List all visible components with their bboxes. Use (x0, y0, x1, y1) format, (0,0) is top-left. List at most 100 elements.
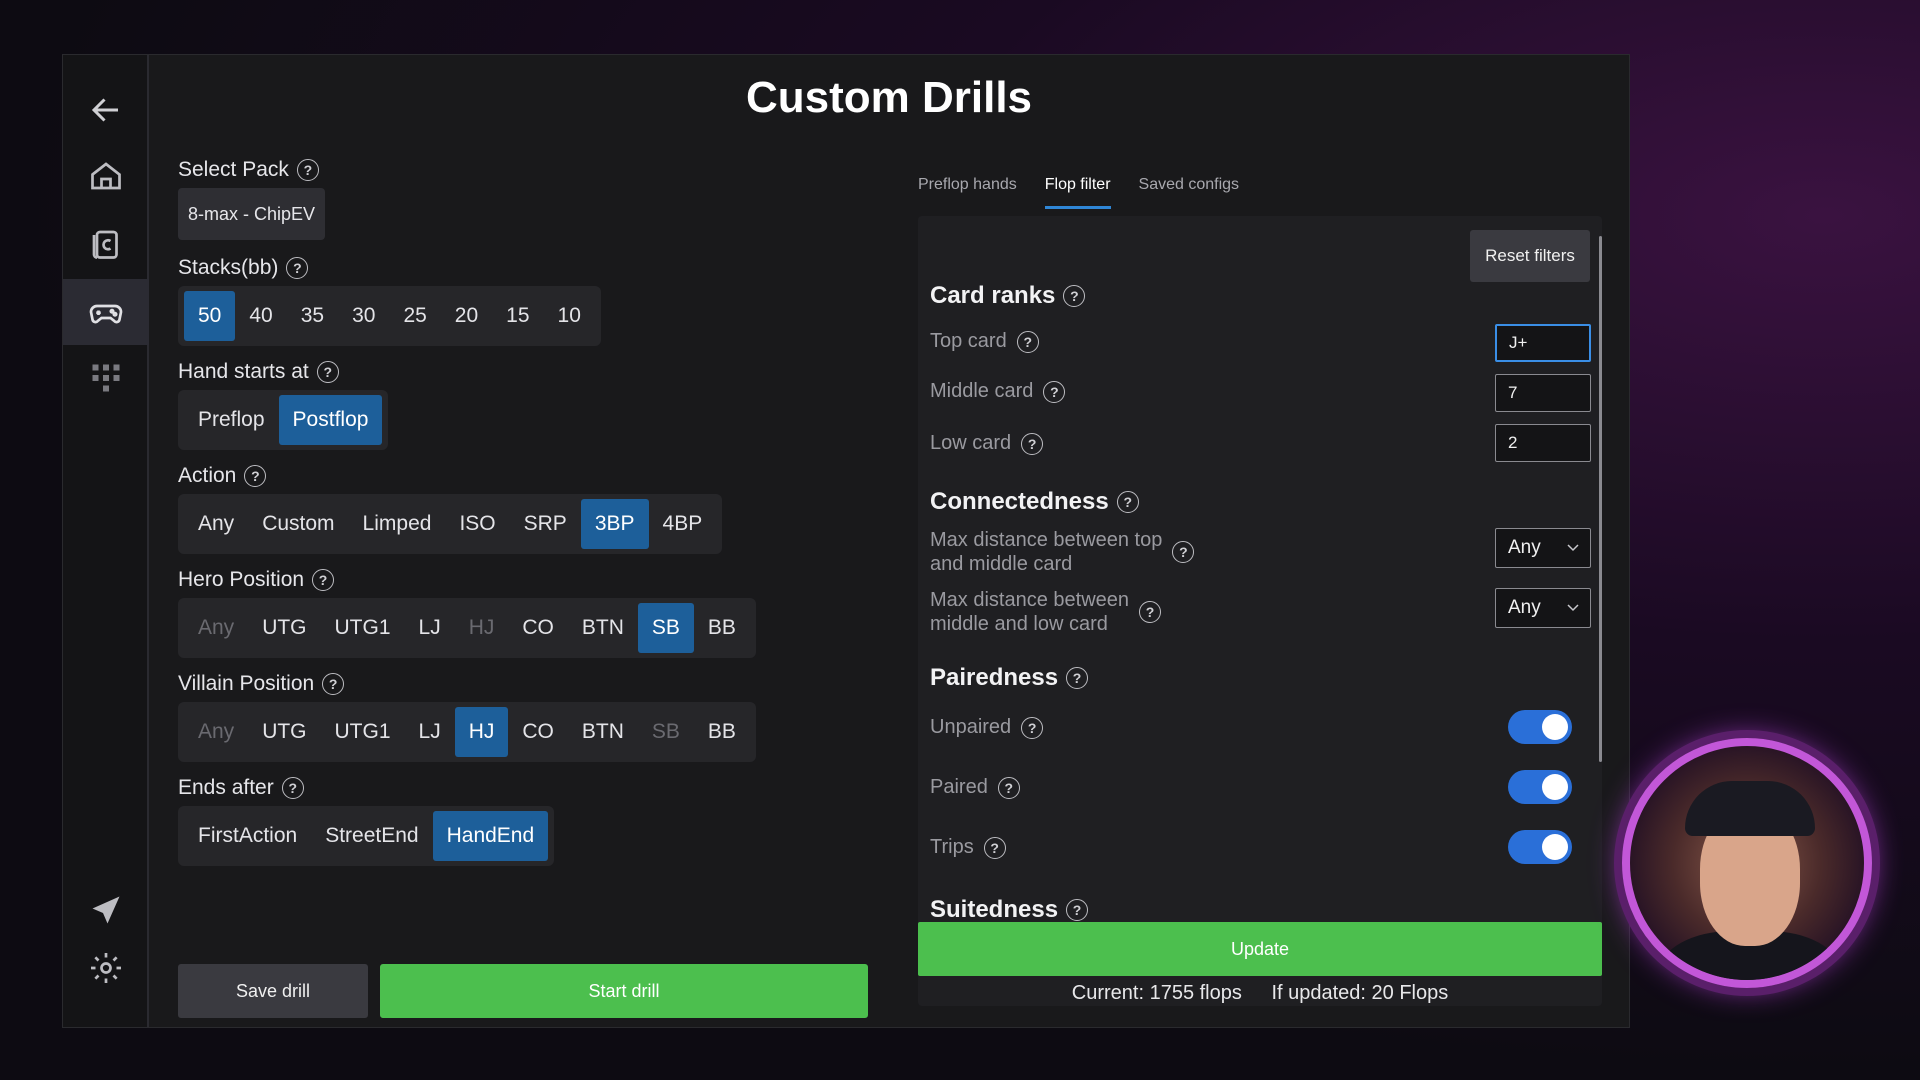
middle-card-input[interactable]: 7 (1495, 374, 1591, 412)
paired-label: Paired ? (930, 776, 1020, 799)
pairedness-title: Pairedness (930, 664, 1059, 691)
hero-position-option[interactable]: UTG1 (321, 603, 405, 653)
villain-position-option[interactable]: HJ (454, 707, 509, 757)
back-arrow-icon[interactable] (63, 77, 149, 143)
help-icon[interactable]: ? (281, 777, 304, 799)
paired-toggle[interactable] (1508, 770, 1572, 804)
stacks-option[interactable]: 40 (235, 291, 286, 341)
help-icon[interactable]: ? (1066, 667, 1089, 689)
ends-after-option[interactable]: HandEnd (432, 811, 549, 861)
select-pack-label: Select Pack ? (178, 158, 319, 182)
villain-position-option[interactable]: SB (638, 707, 694, 757)
trips-label: Trips ? (930, 836, 1006, 859)
help-icon[interactable]: ? (316, 361, 339, 383)
stacks-option[interactable]: 10 (544, 291, 595, 341)
villain-position-option[interactable]: CO (508, 707, 568, 757)
trips-toggle[interactable] (1508, 830, 1572, 864)
middle-card-label: Middle card ? (930, 380, 1066, 403)
stacks-option[interactable]: 25 (389, 291, 440, 341)
hero-position-option[interactable]: CO (508, 603, 568, 653)
home-icon[interactable] (63, 143, 149, 209)
page-title: Custom Drills (745, 73, 1033, 122)
hero-position-option[interactable]: BB (694, 603, 750, 653)
low-card-input[interactable]: 2 (1495, 424, 1591, 462)
help-icon[interactable]: ? (1043, 380, 1066, 403)
unpaired-text: Unpaired (930, 716, 1012, 738)
panel-scrollbar[interactable] (1599, 236, 1602, 762)
unpaired-toggle[interactable] (1508, 710, 1572, 744)
gamepad-icon[interactable] (63, 279, 149, 345)
help-icon[interactable]: ? (244, 465, 267, 487)
action-option[interactable]: 3BP (580, 499, 649, 549)
webcam-person-cap (1685, 781, 1815, 836)
action-option[interactable]: 4BP (649, 499, 717, 549)
help-icon[interactable]: ? (1021, 432, 1044, 455)
update-button[interactable]: Update (918, 922, 1602, 976)
help-icon[interactable]: ? (1066, 899, 1089, 921)
action-option[interactable]: Custom (248, 499, 348, 549)
help-icon[interactable]: ? (1139, 601, 1162, 623)
villain-position-option[interactable]: UTG (248, 707, 320, 757)
hero-position-option[interactable]: UTG (248, 603, 320, 653)
hero-position-label: Hero Position ? (178, 568, 335, 592)
settings-icon[interactable] (63, 935, 149, 1001)
start-drill-button[interactable]: Start drill (380, 964, 868, 1018)
hero-position-option[interactable]: Any (184, 603, 248, 653)
villain-position-option[interactable]: Any (184, 707, 248, 757)
help-icon[interactable]: ? (286, 257, 309, 279)
hero-position-segmented: Any UTG UTG1 LJ HJ CO BTN SB BB (178, 598, 756, 658)
hero-position-option[interactable]: HJ (455, 603, 509, 653)
tab-saved-configs[interactable]: Saved configs (1139, 176, 1240, 209)
action-option[interactable]: ISO (445, 499, 509, 549)
send-icon[interactable] (63, 877, 149, 943)
mid-low-line2: middle and low card (930, 613, 1108, 635)
stacks-option[interactable]: 30 (338, 291, 389, 341)
stacks-option[interactable]: 20 (441, 291, 492, 341)
hero-position-option[interactable]: LJ (405, 603, 455, 653)
grid-icon[interactable] (63, 345, 149, 411)
help-icon[interactable]: ? (322, 673, 345, 695)
stacks-option[interactable]: 35 (287, 291, 338, 341)
action-text: Action (178, 464, 237, 487)
help-icon[interactable]: ? (983, 836, 1006, 859)
help-icon[interactable]: ? (997, 776, 1020, 799)
hero-position-option[interactable]: BTN (568, 603, 638, 653)
hero-position-option[interactable]: SB (637, 603, 694, 653)
mid-low-distance-select[interactable]: Any (1495, 588, 1591, 628)
help-icon[interactable]: ? (1116, 491, 1139, 513)
action-option[interactable]: SRP (510, 499, 581, 549)
help-icon[interactable]: ? (312, 569, 335, 591)
mid-low-distance-label: Max distance between middle and low card… (930, 588, 1162, 636)
villain-position-option[interactable]: LJ (405, 707, 455, 757)
help-icon[interactable]: ? (1021, 716, 1044, 739)
stacks-option[interactable]: 15 (492, 291, 543, 341)
villain-position-label: Villain Position ? (178, 672, 345, 696)
villain-position-option[interactable]: BTN (568, 707, 638, 757)
help-icon[interactable]: ? (1172, 541, 1195, 563)
hand-starts-option[interactable]: Postflop (278, 395, 383, 445)
help-icon[interactable]: ? (296, 159, 319, 181)
suitedness-heading: Suitedness ? (930, 896, 1089, 924)
low-card-label: Low card ? (930, 432, 1044, 455)
top-mid-distance-select[interactable]: Any (1495, 528, 1591, 568)
cards-icon[interactable] (63, 211, 149, 277)
ends-after-option[interactable]: StreetEnd (311, 811, 432, 861)
top-card-input[interactable]: J+ (1495, 324, 1591, 362)
help-icon[interactable]: ? (1016, 330, 1039, 353)
mid-low-distance-value: Any (1508, 597, 1541, 618)
action-option[interactable]: Limped (349, 499, 446, 549)
ends-after-option[interactable]: FirstAction (184, 811, 311, 861)
action-option[interactable]: Any (184, 499, 248, 549)
connectedness-title: Connectedness (930, 488, 1109, 515)
low-card-text: Low card (930, 432, 1012, 454)
stacks-option[interactable]: 50 (184, 291, 236, 341)
pack-select[interactable]: 8-max - ChipEV (178, 188, 326, 240)
help-icon[interactable]: ? (1063, 285, 1086, 307)
tab-preflop-hands[interactable]: Preflop hands (918, 176, 1017, 209)
villain-position-option[interactable]: UTG1 (321, 707, 405, 757)
save-drill-button[interactable]: Save drill (178, 964, 368, 1018)
tab-flop-filter[interactable]: Flop filter (1044, 176, 1111, 209)
villain-position-option[interactable]: BB (694, 707, 750, 757)
reset-filters-button[interactable]: Reset filters (1470, 230, 1590, 282)
hand-starts-option[interactable]: Preflop (184, 395, 279, 445)
